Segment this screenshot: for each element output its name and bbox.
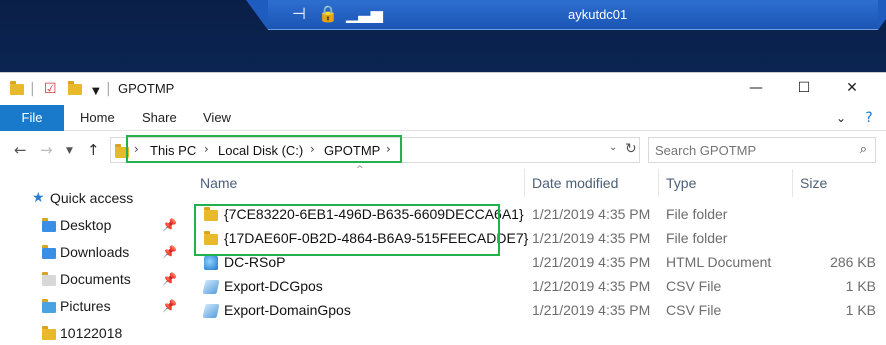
- help-icon[interactable]: ?: [860, 105, 878, 131]
- pin-icon[interactable]: 📌: [162, 293, 177, 319]
- highlight-box: [194, 204, 500, 256]
- column-divider[interactable]: [524, 169, 525, 197]
- documents-folder-icon: [42, 266, 56, 292]
- file-list: ^ Name Date modified Type Size {7CE83220…: [180, 165, 886, 345]
- chevron-right-icon: ›: [204, 142, 209, 156]
- file-date: 1/21/2019 4:35 PM: [532, 302, 651, 318]
- pictures-folder-icon: [42, 293, 56, 319]
- file-name: Export-DCGpos: [224, 278, 323, 294]
- chevron-right-icon: ›: [310, 142, 315, 156]
- signal-strength-icon[interactable]: ▁▃▅: [346, 5, 383, 23]
- properties-icon[interactable]: ☑: [44, 81, 57, 97]
- back-arrow-icon[interactable]: ←: [14, 141, 27, 159]
- separator: |: [30, 81, 35, 97]
- breadcrumb: › This PC › Local Disk (C:) › GPOTMP ›: [126, 135, 402, 163]
- csv-file-icon: [202, 278, 220, 295]
- file-row[interactable]: Export-DCGpos 1/21/2019 4:35 PM CSV File…: [198, 275, 886, 299]
- folder-icon: [42, 320, 56, 345]
- column-divider[interactable]: [658, 169, 659, 197]
- column-header-type[interactable]: Type: [666, 169, 696, 197]
- file-date: 1/21/2019 4:35 PM: [532, 230, 651, 246]
- pin-icon[interactable]: 📌: [162, 212, 177, 238]
- rdp-connection-bar: ⊣ 🔒 ▁▃▅ aykutdc01: [246, 0, 886, 30]
- ribbon-tabs: File Home Share View ⌄ ?: [0, 105, 886, 131]
- search-icon[interactable]: ⌕: [860, 142, 867, 157]
- column-divider[interactable]: [792, 169, 793, 197]
- nav-label: Pictures: [60, 298, 111, 314]
- sort-ascending-icon: ^: [356, 165, 364, 175]
- recent-locations-icon[interactable]: ▼: [66, 146, 73, 156]
- tab-home[interactable]: Home: [80, 105, 115, 131]
- rdp-hostname: aykutdc01: [568, 7, 628, 22]
- nav-item-documents[interactable]: Documents 📌: [0, 266, 180, 292]
- file-date: 1/21/2019 4:35 PM: [532, 254, 651, 270]
- breadcrumb-this-pc[interactable]: This PC: [150, 143, 196, 158]
- refresh-icon[interactable]: ↻: [625, 141, 637, 157]
- separator: |: [106, 81, 111, 97]
- pin-icon[interactable]: 📌: [162, 239, 177, 265]
- lock-icon[interactable]: 🔒: [318, 5, 338, 23]
- customize-toolbar-icon[interactable]: ▼: [92, 84, 100, 100]
- forward-arrow-icon[interactable]: →: [40, 141, 53, 159]
- nav-label: Downloads: [60, 244, 130, 260]
- breadcrumb-local-disk[interactable]: Local Disk (C:): [218, 143, 303, 158]
- minimize-button[interactable]: —: [736, 77, 776, 99]
- file-row[interactable]: Export-DomainGpos 1/21/2019 4:35 PM CSV …: [198, 299, 886, 323]
- nav-item-10122018[interactable]: 10122018: [0, 320, 180, 345]
- address-row: ← → ▼ ↑ ⌄ ↻ › This PC › Local Disk (C:) …: [0, 131, 886, 169]
- file-size: 1 KB: [845, 278, 876, 294]
- tab-view[interactable]: View: [203, 105, 231, 131]
- search-box[interactable]: ⌕: [648, 137, 876, 163]
- new-folder-icon[interactable]: [68, 81, 82, 97]
- column-header-name[interactable]: Name: [200, 169, 237, 197]
- file-type: CSV File: [666, 278, 722, 294]
- file-size: 286 KB: [830, 254, 876, 270]
- pin-icon[interactable]: 📌: [162, 266, 177, 292]
- chevron-right-icon: ›: [134, 142, 139, 156]
- file-type: File folder: [666, 206, 728, 222]
- up-arrow-icon[interactable]: ↑: [87, 141, 100, 159]
- file-date: 1/21/2019 4:35 PM: [532, 278, 651, 294]
- nav-label: Documents: [60, 271, 131, 287]
- nav-item-desktop[interactable]: Desktop 📌: [0, 212, 180, 238]
- column-header-date-modified[interactable]: Date modified: [532, 169, 618, 197]
- folder-icon: [10, 81, 24, 97]
- navigation-pane: ★ Quick access Desktop 📌 Downloads 📌 Doc…: [0, 169, 180, 345]
- file-type: CSV File: [666, 302, 722, 318]
- nav-quick-access[interactable]: ★ Quick access: [0, 185, 180, 211]
- star-icon: ★: [32, 190, 45, 206]
- downloads-folder-icon: [42, 239, 56, 265]
- file-date: 1/21/2019 4:35 PM: [532, 206, 651, 222]
- csv-file-icon: [202, 302, 220, 319]
- nav-label: 10122018: [60, 325, 123, 341]
- html-file-icon: [204, 254, 218, 271]
- explorer-window: | ☑ ▼ | GPOTMP — ☐ ✕ File Home Share Vie…: [0, 72, 886, 345]
- nav-label: Quick access: [50, 190, 134, 206]
- window-title: GPOTMP: [118, 81, 175, 96]
- file-type: HTML Document: [666, 254, 772, 270]
- file-name: DC-RSoP: [224, 254, 286, 270]
- tab-file[interactable]: File: [0, 105, 64, 131]
- chevron-right-icon: ›: [386, 142, 391, 156]
- desktop-folder-icon: [42, 212, 56, 238]
- maximize-button[interactable]: ☐: [784, 77, 824, 99]
- expand-ribbon-icon[interactable]: ⌄: [836, 105, 846, 131]
- file-size: 1 KB: [845, 302, 876, 318]
- search-input[interactable]: [649, 138, 849, 162]
- pin-connection-icon[interactable]: ⊣: [292, 5, 306, 23]
- nav-item-downloads[interactable]: Downloads 📌: [0, 239, 180, 265]
- nav-item-pictures[interactable]: Pictures 📌: [0, 293, 180, 319]
- tab-share[interactable]: Share: [142, 105, 177, 131]
- title-bar: | ☑ ▼ | GPOTMP — ☐ ✕: [0, 73, 886, 105]
- close-button[interactable]: ✕: [832, 77, 872, 99]
- nav-label: Desktop: [60, 217, 112, 233]
- file-name: Export-DomainGpos: [224, 302, 351, 318]
- file-type: File folder: [666, 230, 728, 246]
- breadcrumb-gpotmp[interactable]: GPOTMP: [324, 143, 380, 158]
- address-dropdown-icon[interactable]: ⌄: [609, 142, 617, 153]
- column-header-size[interactable]: Size: [800, 169, 827, 197]
